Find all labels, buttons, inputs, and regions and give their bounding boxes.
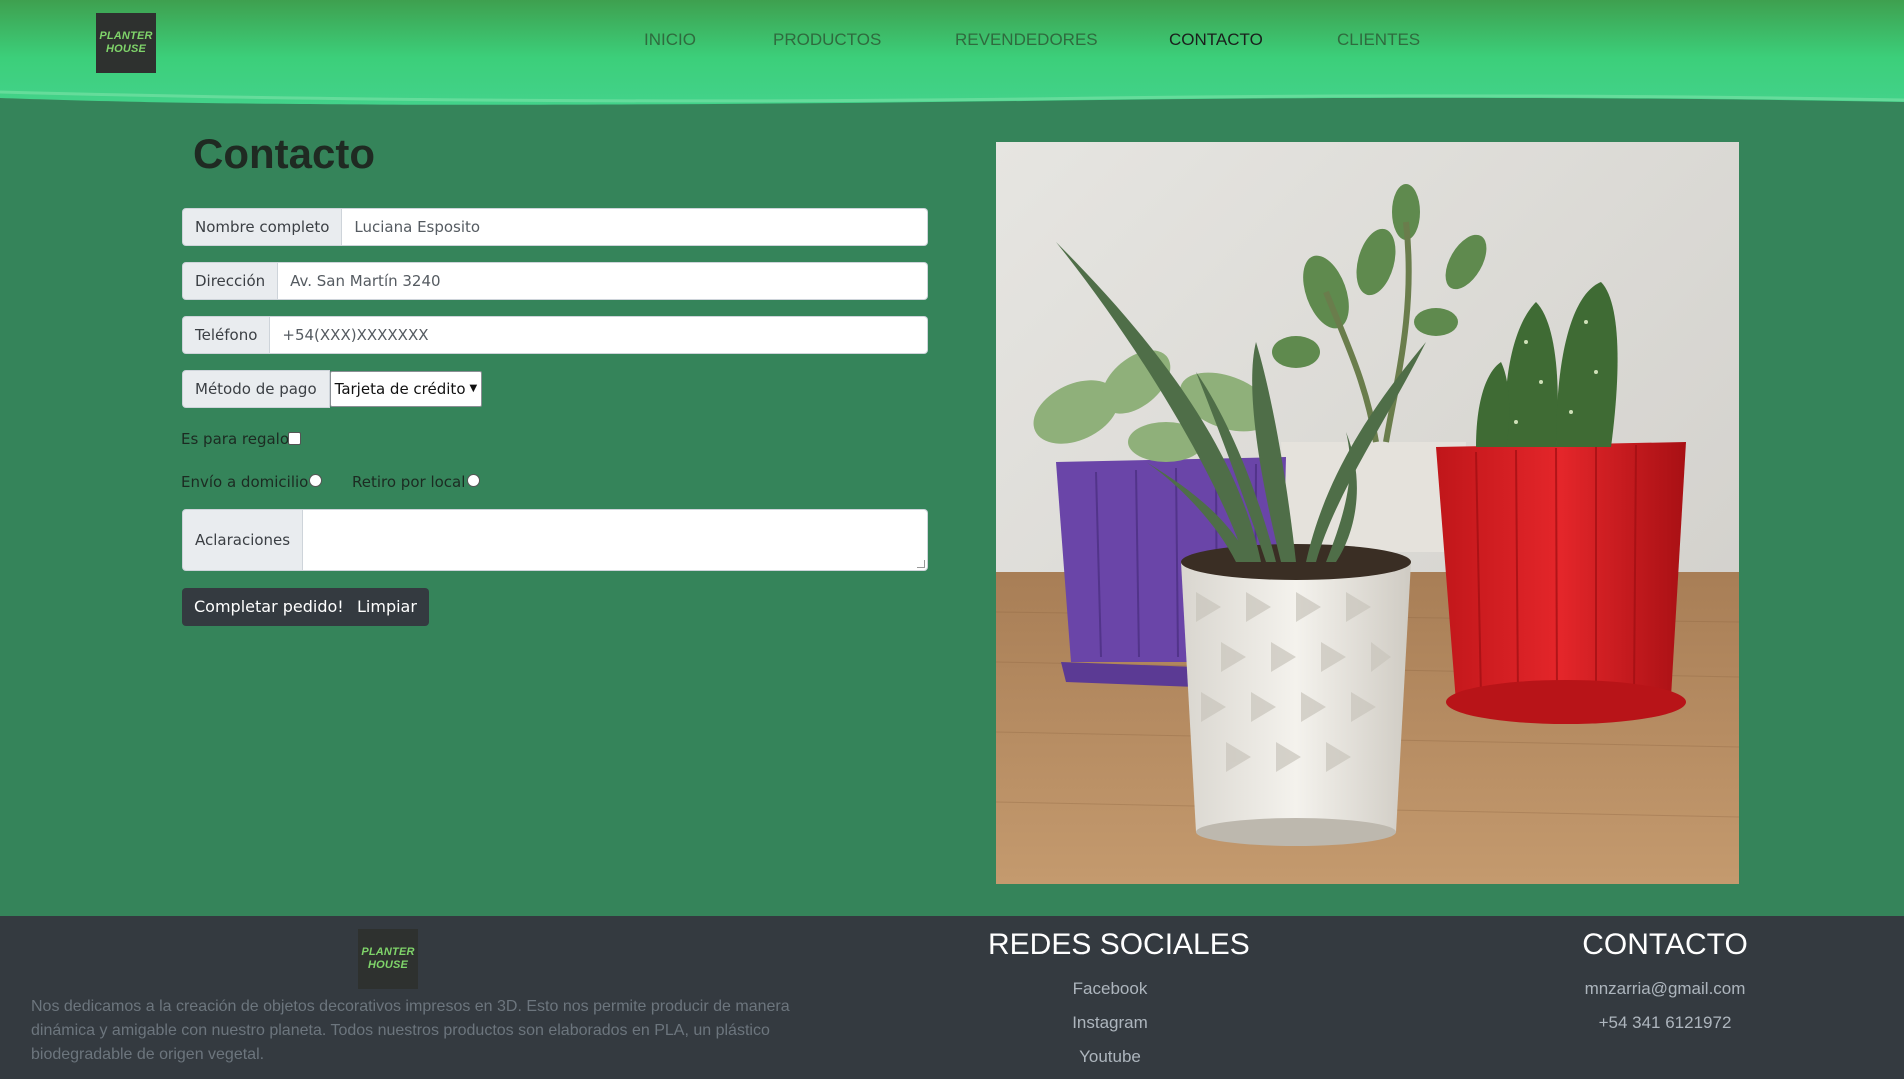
footer-social-title: REDES SOCIALES (988, 928, 1250, 961)
facebook-link[interactable]: Facebook (1010, 979, 1210, 999)
phone-label: Teléfono (182, 316, 271, 354)
footer-email-link[interactable]: mnzarria@gmail.com (1565, 979, 1765, 999)
notes-textarea[interactable] (303, 509, 928, 571)
footer-contact-title: CONTACTO (1582, 928, 1748, 961)
name-input[interactable]: Luciana Esposito (342, 208, 928, 246)
youtube-link[interactable]: Youtube (1010, 1047, 1210, 1067)
nav-item-inicio[interactable]: INICIO (644, 30, 696, 50)
instagram-link[interactable]: Instagram (1010, 1013, 1210, 1033)
delivery-label: Envío a domicilio (181, 473, 309, 491)
clear-button[interactable]: Limpiar (345, 588, 429, 626)
chevron-down-icon: ▼ (469, 383, 478, 394)
delivery-radio[interactable] (309, 474, 322, 487)
address-label: Dirección (182, 262, 279, 300)
footer-logo[interactable]: PLANTER HOUSE (358, 929, 418, 989)
phone-input[interactable]: +54(XXX)XXXXXXX (270, 316, 928, 354)
footer-logo-text-line2: HOUSE (367, 959, 409, 971)
address-input-group: Dirección Av. San Martín 3240 (182, 262, 928, 300)
gift-label: Es para regalo (181, 430, 290, 448)
address-input[interactable]: Av. San Martín 3240 (278, 262, 928, 300)
nav-item-contacto[interactable]: CONTACTO (1169, 30, 1263, 50)
name-label: Nombre completo (182, 208, 343, 246)
phone-input-group: Teléfono +54(XXX)XXXXXXX (182, 316, 928, 354)
nav-item-revendedores[interactable]: REVENDEDORES (955, 30, 1098, 50)
payment-label: Método de pago (182, 370, 330, 408)
payment-select-value: Tarjeta de crédito (334, 380, 466, 398)
site-header: PLANTER HOUSE INICIO PRODUCTOS REVENDEDO… (0, 0, 1904, 118)
nav-item-productos[interactable]: PRODUCTOS (773, 30, 881, 50)
potted-succulents-photo (996, 142, 1739, 884)
nav-item-clientes[interactable]: CLIENTES (1337, 30, 1420, 50)
notes-label: Aclaraciones (182, 509, 304, 571)
footer-logo-text-line1: PLANTER (361, 946, 415, 958)
submit-order-button[interactable]: Completar pedido! (182, 588, 356, 626)
resize-handle-icon[interactable] (917, 560, 925, 568)
pickup-label: Retiro por local (352, 473, 466, 491)
gift-checkbox[interactable] (288, 432, 301, 445)
notes-input-group: Aclaraciones (182, 509, 928, 571)
pickup-radio[interactable] (467, 474, 480, 487)
footer-about-text: Nos dedicamos a la creación de objetos d… (31, 998, 790, 1063)
payment-input-group: Método de pago Tarjeta de crédito ▼ (182, 370, 483, 408)
page-title: Contacto (193, 130, 375, 177)
name-input-group: Nombre completo Luciana Esposito (182, 208, 928, 246)
footer-phone: +54 341 6121972 (1598, 1013, 1732, 1032)
main-nav: INICIO PRODUCTOS REVENDEDORES CONTACTO C… (0, 30, 1904, 60)
payment-select[interactable]: Tarjeta de crédito ▼ (329, 371, 483, 407)
